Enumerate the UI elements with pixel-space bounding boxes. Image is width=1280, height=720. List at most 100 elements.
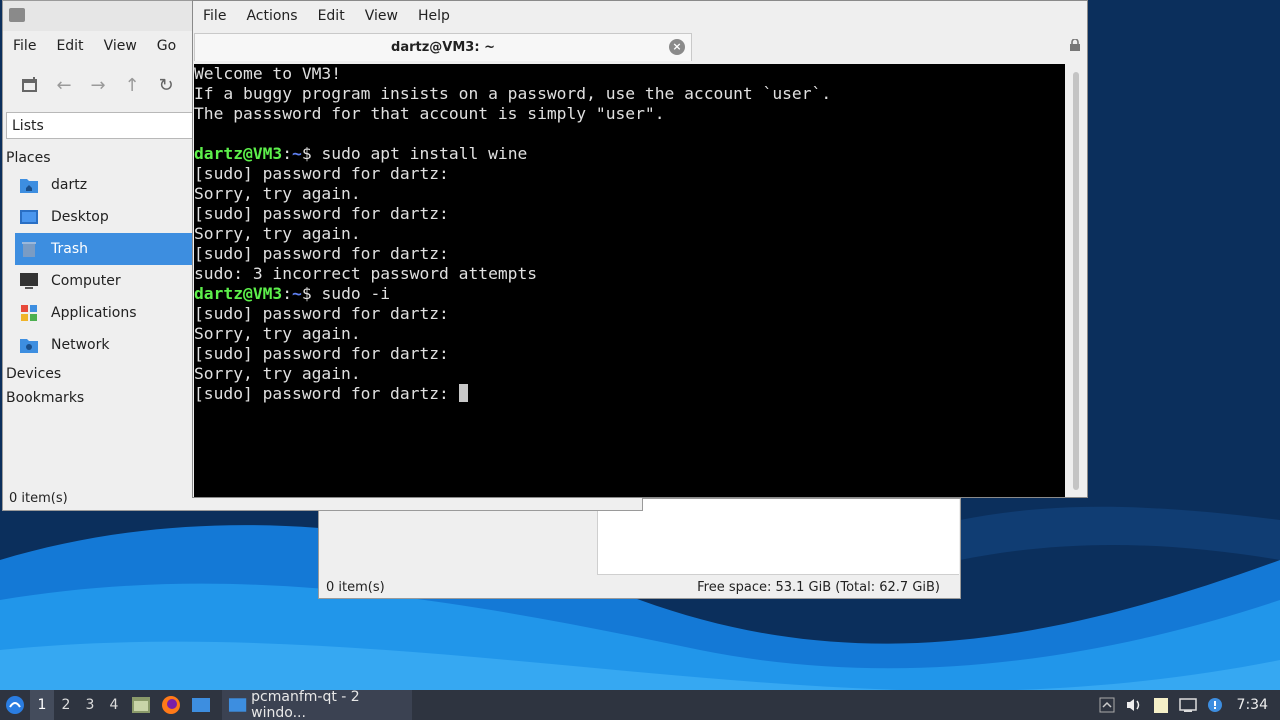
place-label: Applications	[51, 305, 137, 321]
places-heading[interactable]: Places	[3, 145, 193, 169]
workspace-1[interactable]: 1	[30, 690, 54, 720]
terminal-line: [sudo] password for dartz:	[194, 204, 1065, 224]
place-computer[interactable]: Computer	[3, 265, 193, 297]
start-menu-button[interactable]	[0, 690, 30, 720]
menu-bar: File Edit View Go	[3, 31, 186, 61]
place-label: dartz	[51, 177, 88, 193]
tab-bar: dartz@VM3: ~ ×	[193, 31, 1087, 63]
update-notifier-icon[interactable]	[1207, 697, 1223, 713]
prompt-path: ~	[292, 284, 302, 303]
network-tray-icon[interactable]	[1178, 697, 1197, 713]
output-text: [sudo] password for dartz:	[194, 204, 449, 223]
place-applications[interactable]: Applications	[3, 297, 193, 329]
place-network[interactable]: Network	[3, 329, 193, 361]
applications-icon	[19, 304, 39, 322]
close-icon[interactable]: ×	[669, 39, 685, 55]
output-text: The passsword for that account is simply…	[194, 104, 665, 123]
clock[interactable]: 7:34	[1237, 697, 1268, 713]
terminal-window: File Actions Edit View Help dartz@VM3: ~…	[192, 0, 1088, 498]
new-tab-button[interactable]	[13, 68, 47, 102]
terminal-line: dartz@VM3:~$ sudo apt install wine	[194, 144, 1065, 164]
terminal-line: The passsword for that account is simply…	[194, 104, 1065, 124]
bookmarks-heading[interactable]: Bookmarks	[3, 385, 193, 409]
output-text: [sudo] password for dartz:	[194, 304, 449, 323]
output-text: [sudo] password for dartz:	[194, 344, 449, 363]
output-text: Welcome to VM3!	[194, 64, 342, 83]
output-text: If a buggy program insists on a password…	[194, 84, 832, 103]
arrow-right-icon: →	[90, 74, 106, 96]
trash-icon	[19, 240, 39, 258]
reload-button[interactable]: ↻	[149, 68, 183, 102]
menu-actions[interactable]: Actions	[236, 8, 307, 24]
side-pane-mode-select[interactable]: Lists	[6, 112, 196, 139]
home-folder-icon	[19, 176, 39, 194]
show-desktop-button[interactable]	[126, 690, 156, 720]
firefox-launcher[interactable]	[156, 690, 186, 720]
forward-button[interactable]: →	[81, 68, 115, 102]
terminal-output: Welcome to VM3! If a buggy program insist…	[194, 64, 1065, 404]
back-button[interactable]: ←	[47, 68, 81, 102]
item-count: 0 item(s)	[326, 579, 385, 595]
lock-icon[interactable]	[1069, 39, 1081, 51]
command-text: $ sudo apt install wine	[301, 144, 528, 163]
volume-icon[interactable]	[1125, 697, 1143, 713]
system-tray: 7:34	[1099, 696, 1280, 714]
terminal-line: [sudo] password for dartz:	[194, 164, 1065, 184]
menu-edit[interactable]: Edit	[46, 38, 93, 54]
terminal-line: If a buggy program insists on a password…	[194, 84, 1065, 104]
menu-view[interactable]: View	[94, 38, 147, 54]
terminal-line: [sudo] password for dartz:	[194, 244, 1065, 264]
place-desktop[interactable]: Desktop	[3, 201, 193, 233]
desktop-icon	[192, 698, 210, 712]
output-text: Sorry, try again.	[194, 364, 361, 383]
devices-heading[interactable]: Devices	[3, 361, 193, 385]
terminal-line: [sudo] password for dartz:	[194, 304, 1065, 324]
new-tab-icon	[22, 77, 37, 92]
clipboard-icon[interactable]	[1153, 696, 1169, 714]
menu-file[interactable]: File	[3, 38, 46, 54]
menu-edit[interactable]: Edit	[308, 8, 355, 24]
output-text: [sudo] password for dartz:	[194, 244, 449, 263]
menu-view[interactable]: View	[355, 8, 408, 24]
status-bar: 0 item(s) Free space: 53.1 GiB (Total: 6…	[319, 575, 960, 599]
menu-help[interactable]: Help	[408, 8, 460, 24]
side-pane: Places dartz Desktop Trash Computer Appl…	[3, 145, 193, 409]
place-trash[interactable]: Trash	[15, 233, 193, 265]
output-text: [sudo] password for dartz:	[194, 384, 459, 403]
terminal-line: sudo: 3 incorrect password attempts	[194, 264, 1065, 284]
terminal-tab[interactable]: dartz@VM3: ~ ×	[194, 33, 692, 61]
taskbar-task-pcmanfm[interactable]: pcmanfm-qt - 2 windo...	[222, 689, 412, 720]
toolbar: ← → ↑ ↻	[3, 65, 183, 105]
menu-go[interactable]: Go	[147, 38, 186, 54]
prompt-colon: :	[282, 284, 293, 303]
network-icon	[19, 336, 39, 354]
place-label: Network	[51, 337, 110, 353]
file-manager-launcher-icon	[132, 697, 150, 713]
terminal-menu-bar: File Actions Edit View Help	[193, 1, 1087, 31]
workspace-2[interactable]: 2	[54, 690, 78, 720]
file-list-pane[interactable]	[597, 499, 959, 575]
desktop-launcher[interactable]	[186, 690, 216, 720]
prompt-user: dartz@VM3	[194, 284, 283, 303]
terminal-scrollbar[interactable]	[1066, 64, 1086, 497]
place-label: Trash	[51, 241, 88, 257]
lubuntu-logo-icon	[6, 696, 24, 714]
place-label: Computer	[51, 273, 121, 289]
terminal-screen[interactable]: Welcome to VM3! If a buggy program insist…	[194, 64, 1065, 497]
terminal-line: Sorry, try again.	[194, 224, 1065, 244]
reload-icon: ↻	[158, 74, 174, 96]
tray-up-arrow-icon[interactable]	[1099, 697, 1115, 713]
workspace-4[interactable]: 4	[102, 690, 126, 720]
place-home[interactable]: dartz	[3, 169, 193, 201]
firefox-icon	[162, 696, 180, 714]
output-text: Sorry, try again.	[194, 324, 361, 343]
prompt-user: dartz@VM3	[194, 144, 283, 163]
arrow-up-icon: ↑	[124, 74, 140, 96]
workspace-3[interactable]: 3	[78, 690, 102, 720]
up-button[interactable]: ↑	[115, 68, 149, 102]
arrow-left-icon: ←	[56, 74, 72, 96]
output-text: sudo: 3 incorrect password attempts	[194, 264, 538, 283]
free-space: Free space: 53.1 GiB (Total: 62.7 GiB)	[697, 579, 940, 595]
menu-file[interactable]: File	[193, 8, 236, 24]
scrollbar-thumb[interactable]	[1073, 72, 1079, 490]
